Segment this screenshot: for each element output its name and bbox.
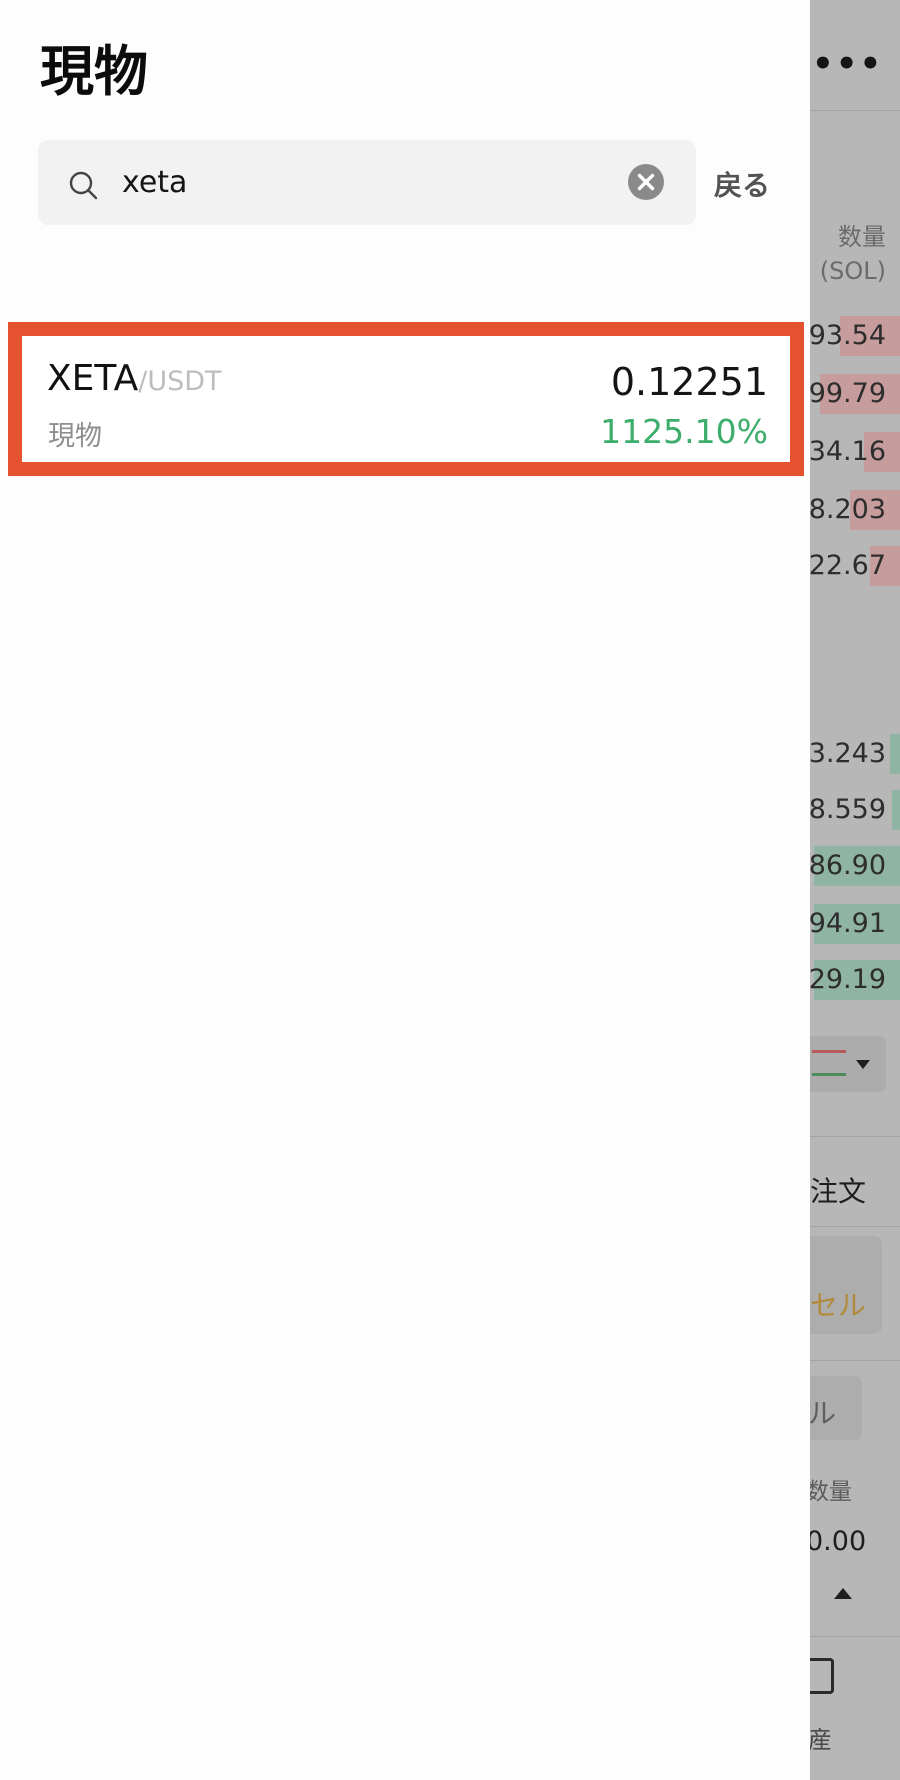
divider xyxy=(800,110,900,111)
ask-row[interactable]: 93.54 xyxy=(809,316,900,356)
search-result-item[interactable]: XETA/USDT 現物 0.12251 1125.10% xyxy=(8,322,804,476)
indicator-icon xyxy=(812,1050,846,1076)
ask-row[interactable]: 22.67 xyxy=(809,546,900,586)
search-bar[interactable] xyxy=(38,140,696,225)
search-icon xyxy=(69,171,98,200)
bid-row[interactable]: 29.19 xyxy=(809,960,900,1000)
search-input[interactable] xyxy=(122,154,622,210)
back-button[interactable]: 戻る xyxy=(714,164,770,204)
last-price: 0.12251 xyxy=(610,360,768,404)
amount-value: 0.00 xyxy=(806,1526,867,1557)
quote-asset: /USDT xyxy=(138,366,222,397)
divider xyxy=(800,1636,900,1637)
price-change-percent: 1125.10% xyxy=(600,412,768,451)
more-icon[interactable]: ••• xyxy=(812,44,883,84)
bid-row[interactable]: 8.559 xyxy=(809,790,900,830)
base-asset: XETA xyxy=(47,358,139,399)
divider xyxy=(800,1360,900,1361)
cancel-button[interactable]: セル xyxy=(804,1236,882,1334)
divider xyxy=(800,1136,900,1137)
market-search-drawer: 現物 戻る XETA/USDT 現物 0.12251 1125.10% xyxy=(0,0,810,1780)
ask-row[interactable]: 34.16 xyxy=(809,432,900,472)
order-tab[interactable]: 注文 xyxy=(810,1170,866,1210)
divider xyxy=(800,1226,900,1227)
trading-pair: XETA/USDT xyxy=(47,358,222,399)
available-quantity-label: 数量 xyxy=(806,1479,852,1505)
market-type: 現物 xyxy=(48,421,102,452)
ask-row[interactable]: 8.203 xyxy=(809,490,900,530)
caret-up-icon[interactable] xyxy=(834,1588,852,1599)
option-chip[interactable]: ル xyxy=(806,1376,862,1440)
assets-tab-label[interactable]: 産 xyxy=(808,1720,832,1755)
bid-row[interactable]: 94.91 xyxy=(809,904,900,944)
page-title: 現物 xyxy=(40,40,148,103)
quantity-column-header: 数量 (SOL) xyxy=(819,223,886,285)
bid-row[interactable]: 86.90 xyxy=(809,846,900,886)
bid-row[interactable]: 3.243 xyxy=(809,734,900,774)
caret-down-icon xyxy=(856,1060,870,1069)
indicator-selector[interactable] xyxy=(804,1036,886,1092)
clear-icon[interactable] xyxy=(628,164,664,200)
ask-row[interactable]: 99.79 xyxy=(809,374,900,414)
